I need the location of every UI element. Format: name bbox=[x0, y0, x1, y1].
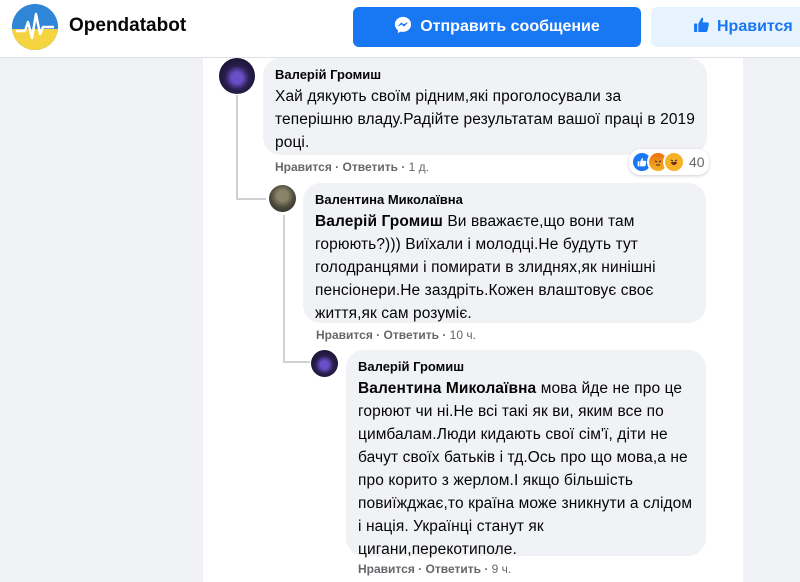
like-comment-link[interactable]: Нравится bbox=[275, 160, 332, 174]
thread-line bbox=[283, 215, 285, 363]
comment-bubble: Валерій Громиш Хай дякують своїм рідним,… bbox=[263, 58, 707, 155]
reply-link[interactable]: Ответить bbox=[343, 160, 398, 174]
avatar[interactable] bbox=[219, 58, 255, 94]
send-message-label: Отправить сообщение bbox=[420, 18, 600, 35]
comment-author[interactable]: Валерій Громиш bbox=[358, 359, 694, 374]
mention-link[interactable]: Валентина Миколаївна bbox=[358, 380, 536, 397]
comment-text-body: мова йде не про це горюют чи ні.Не всі т… bbox=[358, 380, 693, 558]
haha-reaction-icon bbox=[663, 151, 685, 173]
avatar[interactable] bbox=[311, 350, 338, 377]
messenger-icon bbox=[394, 16, 412, 39]
thumbs-up-icon bbox=[693, 16, 710, 38]
reactions-count: 40 bbox=[689, 154, 705, 170]
comment-timestamp[interactable]: 1 д. bbox=[409, 160, 429, 174]
opendatabot-logo[interactable] bbox=[12, 4, 58, 50]
comment-text: Валентина Миколаївна мова йде не про це … bbox=[358, 377, 694, 561]
avatar[interactable] bbox=[269, 185, 296, 212]
comment-timestamp[interactable]: 9 ч. bbox=[492, 562, 512, 576]
reply-link[interactable]: Ответить bbox=[384, 328, 439, 342]
like-page-label: Нравится bbox=[717, 18, 793, 35]
comment-timestamp[interactable]: 10 ч. bbox=[450, 328, 476, 342]
reactions-summary[interactable]: 40 bbox=[629, 149, 709, 175]
mention-link[interactable]: Валерій Громиш bbox=[315, 213, 443, 230]
thread-line bbox=[236, 95, 238, 200]
comment-actions: Нравится · Ответить · 9 ч. bbox=[358, 562, 512, 576]
send-message-button[interactable]: Отправить сообщение bbox=[353, 7, 641, 47]
comment-actions: Нравится · Ответить · 1 д. bbox=[275, 160, 429, 174]
reply-link[interactable]: Ответить bbox=[426, 562, 481, 576]
comment-text: Валерій Громиш Ви вважаєте,що вони там г… bbox=[315, 210, 694, 325]
comment-bubble: Валерій Громиш Валентина Миколаївна мова… bbox=[346, 350, 706, 558]
page-name[interactable]: Opendatabot bbox=[69, 15, 186, 37]
comment-author[interactable]: Валентина Миколаївна bbox=[315, 192, 694, 207]
thread-line bbox=[236, 198, 266, 200]
like-comment-link[interactable]: Нравится bbox=[316, 328, 373, 342]
comment-text: Хай дякують своїм рідним,які проголосува… bbox=[275, 88, 695, 151]
comment-author[interactable]: Валерій Громиш bbox=[275, 67, 695, 82]
thread-line bbox=[283, 361, 310, 363]
page-header: Opendatabot Отправить сообщение Нравится bbox=[0, 0, 800, 58]
comment-bubble: Валентина Миколаївна Валерій Громиш Ви в… bbox=[303, 183, 706, 323]
comment-actions: Нравится · Ответить · 10 ч. bbox=[316, 328, 476, 342]
like-comment-link[interactable]: Нравится bbox=[358, 562, 415, 576]
like-page-button[interactable]: Нравится bbox=[651, 7, 800, 47]
